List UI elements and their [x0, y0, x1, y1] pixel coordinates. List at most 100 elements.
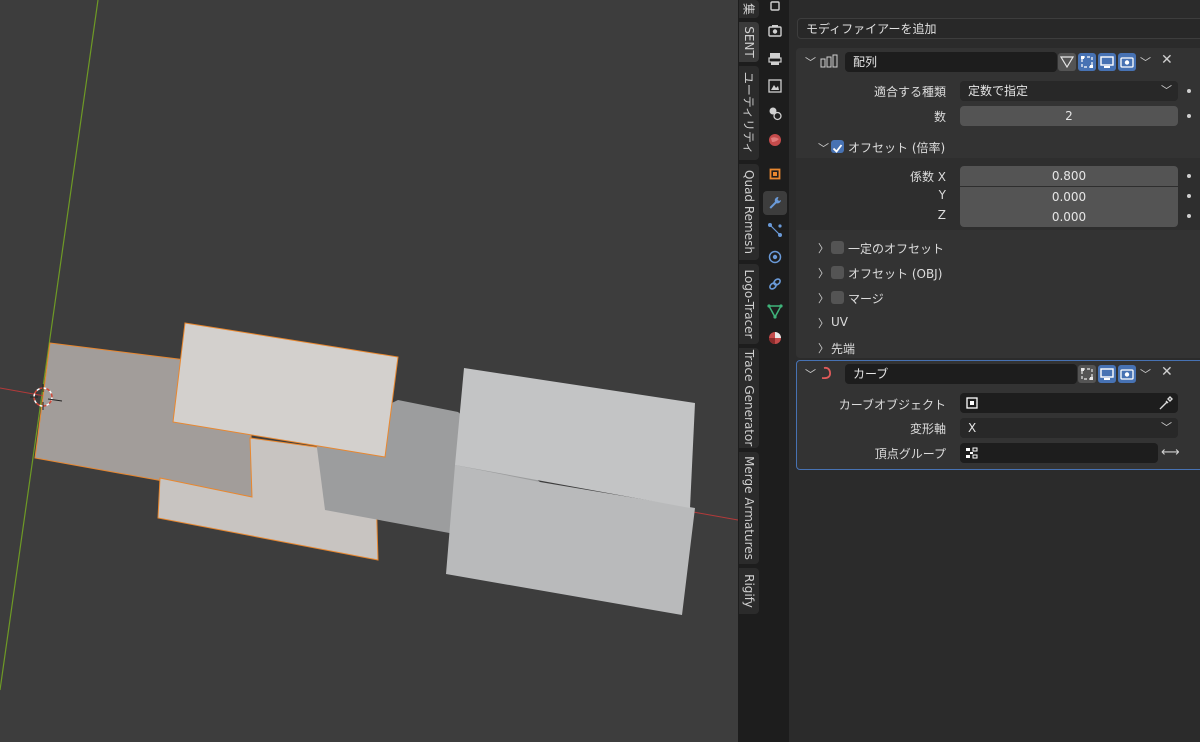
tab-sent[interactable]: SENT — [739, 22, 759, 62]
merge-checkbox[interactable] — [831, 291, 844, 304]
physics-icon[interactable] — [763, 245, 787, 269]
factor-z-label: Z — [937, 208, 946, 222]
constant-offset-checkbox[interactable] — [831, 241, 844, 254]
add-modifier-dropdown[interactable]: モディファイアーを追加 — [797, 18, 1200, 39]
view-layer-icon[interactable] — [763, 74, 787, 98]
properties-tabs — [760, 0, 789, 742]
constraints-icon[interactable] — [763, 272, 787, 296]
tab-quad-remesh[interactable]: Quad Remesh — [739, 164, 759, 260]
curve-modifier-icon — [819, 365, 835, 381]
eyedropper-icon[interactable] — [1158, 395, 1174, 411]
curve-modifier-panel: ﹀ カーブ ﹀ ✕ カーブオブジェクト 変形軸 X ﹀ 頂点グループ ⟷ — [796, 360, 1200, 470]
fit-type-label: 適合する種類 — [873, 85, 946, 99]
caps-label[interactable]: 先端 — [831, 340, 855, 357]
factor-z-field[interactable]: 0.000 — [960, 207, 1178, 227]
render-camera-icon[interactable] — [1118, 53, 1136, 71]
relative-offset-label: オフセット (倍率) — [848, 141, 946, 155]
tab-label: Logo-Tracer — [742, 269, 756, 339]
uv-label[interactable]: UV — [831, 315, 848, 329]
array-modifier-panel: ﹀ 配列 ﹀ ✕ 適合する種類 定数で指定 ﹀ 数 2 ﹀ オフセット (倍率) … — [796, 48, 1200, 358]
keyframe-dot-icon[interactable] — [1187, 194, 1191, 198]
chevron-down-icon: ﹀ — [1161, 421, 1172, 434]
tab-trace-generator[interactable]: Trace Generator — [739, 348, 759, 448]
vertex-group-field[interactable] — [960, 443, 1158, 463]
fit-type-value: 定数で指定 — [968, 84, 1029, 98]
sidebar-tabs: 集 SENT ユーティリティ Quad Remesh Logo-Tracer T… — [738, 0, 760, 742]
3d-viewport[interactable] — [0, 0, 738, 742]
fit-type-dropdown[interactable]: 定数で指定 ﹀ — [960, 81, 1178, 101]
object-icon[interactable] — [763, 162, 787, 186]
curve-object-field[interactable] — [960, 393, 1178, 413]
array-modifier-name-field[interactable]: 配列 — [845, 52, 1057, 72]
tab-label: 集 — [741, 2, 756, 16]
world-icon[interactable] — [763, 128, 787, 152]
data-icon[interactable] — [763, 299, 787, 323]
tool-icon[interactable] — [763, 0, 787, 18]
tab-utility[interactable]: ユーティリティ — [739, 66, 759, 160]
caps-chevron-icon[interactable]: 〉 — [818, 340, 829, 356]
deform-axis-dropdown[interactable]: X ﹀ — [960, 418, 1178, 438]
keyframe-dot-icon[interactable] — [1187, 114, 1191, 118]
uv-chevron-icon[interactable]: 〉 — [818, 315, 829, 331]
modifier-wrench-icon[interactable] — [763, 191, 787, 215]
modifier-menu-chevron-icon[interactable]: ﹀ — [1140, 54, 1151, 70]
render-camera-icon[interactable] — [1118, 365, 1136, 383]
curve-object-label: カーブオブジェクト — [838, 398, 946, 412]
remove-modifier-icon[interactable]: ✕ — [1161, 52, 1173, 68]
keyframe-dot-icon[interactable] — [1187, 214, 1191, 218]
vertex-group-label: 頂点グループ — [874, 447, 946, 461]
viewport-display-icon[interactable] — [1098, 365, 1116, 383]
merge-chevron-icon[interactable]: 〉 — [818, 290, 829, 306]
relative-offset-checkbox[interactable] — [831, 140, 844, 153]
remove-modifier-icon[interactable]: ✕ — [1161, 364, 1173, 380]
edit-mode-icon[interactable] — [1078, 53, 1096, 71]
tab-label: SENT — [742, 26, 756, 58]
object-icon — [965, 396, 979, 410]
invert-arrows-icon[interactable]: ⟷ — [1161, 445, 1180, 460]
viewport-display-icon[interactable] — [1098, 53, 1116, 71]
particles-icon[interactable] — [763, 218, 787, 242]
render-icon[interactable] — [763, 19, 787, 43]
factor-x-label: 係数 X — [909, 170, 946, 184]
constant-offset-label[interactable]: 一定のオフセット — [848, 240, 944, 257]
material-icon[interactable] — [763, 326, 787, 350]
tab-label: Rigify — [742, 574, 756, 608]
deform-axis-value: X — [968, 421, 977, 435]
properties-editor: モディファイアーを追加 ⋮⋮ ⋮⋮ ﹀ 配列 ﹀ ✕ 適合する種類 定数で指定﹀… — [789, 0, 1200, 742]
factor-y-label: Y — [938, 188, 946, 202]
edit-mode-icon[interactable] — [1078, 365, 1096, 383]
chevron-down-icon: ﹀ — [1161, 84, 1172, 97]
factor-x-field[interactable]: 0.800 — [960, 166, 1178, 186]
count-label: 数 — [933, 110, 946, 124]
collapse-chevron-icon[interactable]: ﹀ — [805, 54, 816, 70]
merge-label[interactable]: マージ — [848, 290, 884, 307]
tab-label: ユーティリティ — [741, 71, 756, 155]
modifier-menu-chevron-icon[interactable]: ﹀ — [1140, 366, 1151, 382]
tab-label: Trace Generator — [742, 349, 756, 447]
vertex-group-icon — [965, 446, 979, 460]
viewport-canvas[interactable] — [0, 0, 738, 742]
object-offset-chevron-icon[interactable]: 〉 — [818, 265, 829, 281]
constant-offset-chevron-icon[interactable]: 〉 — [818, 240, 829, 256]
output-icon[interactable] — [763, 47, 787, 71]
factor-y-field[interactable]: 0.000 — [960, 187, 1178, 207]
tab-label: Quad Remesh — [742, 170, 756, 254]
collapse-chevron-icon[interactable]: ﹀ — [805, 366, 816, 382]
object-offset-label[interactable]: オフセット (OBJ) — [848, 265, 942, 282]
edit-cage-icon[interactable] — [1058, 53, 1076, 71]
tab-collection[interactable]: 集 — [739, 0, 759, 18]
keyframe-dot-icon[interactable] — [1187, 174, 1191, 178]
tab-rigify[interactable]: Rigify — [739, 568, 759, 614]
curve-modifier-name-field[interactable]: カーブ — [845, 364, 1077, 384]
relative-offset-chevron-icon[interactable]: ﹀ — [818, 140, 829, 156]
keyframe-dot-icon[interactable] — [1187, 89, 1191, 93]
y-axis-line — [0, 0, 99, 691]
object-offset-checkbox[interactable] — [831, 266, 844, 279]
tab-label: Merge Armatures — [742, 456, 756, 560]
deform-axis-label: 変形軸 — [909, 422, 946, 436]
count-field[interactable]: 2 — [960, 106, 1178, 126]
tab-merge-armatures[interactable]: Merge Armatures — [739, 452, 759, 564]
scene-icon[interactable] — [763, 101, 787, 125]
tab-logo-tracer[interactable]: Logo-Tracer — [739, 264, 759, 344]
array-modifier-icon — [820, 53, 840, 69]
